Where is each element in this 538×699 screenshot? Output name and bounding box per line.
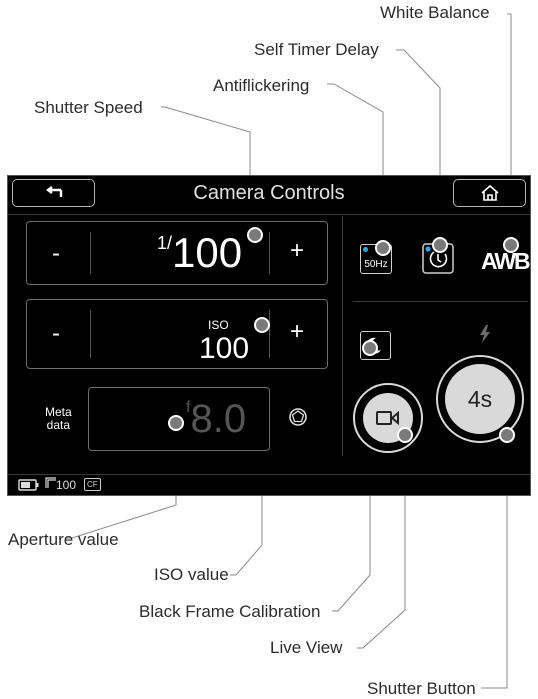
shutter-speed-number: 100 [172, 229, 243, 276]
callout-antiflickering: Antiflickering [213, 76, 310, 95]
marker-iso [254, 317, 270, 333]
callout-live-view: Live View [270, 638, 343, 657]
iso-minus-button[interactable]: - [52, 320, 60, 348]
metadata-label-line2: data [46, 418, 71, 432]
callout-shutter-button: Shutter Button [367, 679, 476, 698]
antiflicker-value: 50Hz [364, 259, 388, 270]
callout-aperture-value: Aperture value [8, 530, 119, 549]
video-camera-icon [376, 410, 399, 426]
divider [342, 216, 343, 456]
metadata-button[interactable]: Meta data [45, 406, 72, 432]
iso-value[interactable]: 100 [199, 332, 249, 366]
marker-shutter-button [499, 427, 515, 443]
battery-icon [18, 479, 39, 491]
shutter-fraction-prefix: 1/ [157, 233, 173, 253]
live-view-button[interactable] [353, 383, 423, 453]
shutter-button-label: 4s [445, 364, 515, 434]
card-indicator: CF [84, 478, 101, 491]
screen-title: Camera Controls [193, 182, 345, 204]
callout-self-timer-delay: Self Timer Delay [254, 40, 379, 59]
aperture-value: f8.0 [186, 397, 246, 442]
iso-label: ISO [208, 318, 229, 332]
shutter-minus-button[interactable]: - [52, 240, 60, 268]
divider [90, 232, 91, 274]
callout-black-frame-calibration: Black Frame Calibration [139, 602, 321, 621]
flash-icon [480, 325, 490, 343]
white-balance-button[interactable]: AWB [481, 248, 531, 275]
divider [353, 301, 528, 302]
aperture-prefix: f [186, 399, 191, 416]
home-button[interactable] [453, 179, 526, 207]
shutter-speed-control: - 1/100 + [26, 221, 328, 285]
marker-black-frame [362, 340, 378, 356]
home-icon [480, 184, 499, 201]
marker-shutter-speed [247, 227, 263, 243]
aperture-icon[interactable] [288, 407, 308, 427]
aperture-number: 8.0 [190, 397, 247, 441]
callout-white-balance: White Balance [380, 3, 490, 22]
divider [269, 232, 270, 274]
marker-antiflicker [375, 240, 391, 256]
shutter-plus-button[interactable]: + [290, 237, 304, 265]
marker-aperture [168, 415, 184, 431]
marker-white-balance [503, 237, 519, 253]
marker-self-timer [432, 237, 448, 253]
marker-live-view [397, 427, 413, 443]
top-bar: Camera Controls [8, 176, 530, 215]
divider [269, 310, 270, 358]
active-indicator [363, 247, 368, 252]
iso-plus-button[interactable]: + [290, 318, 304, 346]
frames-remaining: 100 [56, 478, 77, 492]
status-bar: 100 CF [8, 474, 530, 495]
callout-iso-value: ISO value [154, 565, 229, 584]
divider [90, 310, 91, 358]
shutter-speed-value[interactable]: 1/100 [157, 229, 242, 277]
camera-control-screen: Camera Controls - 1/100 + - ISO 100 + Me… [7, 175, 531, 496]
iso-control: - ISO 100 + [26, 299, 328, 369]
callout-shutter-speed: Shutter Speed [34, 98, 143, 117]
